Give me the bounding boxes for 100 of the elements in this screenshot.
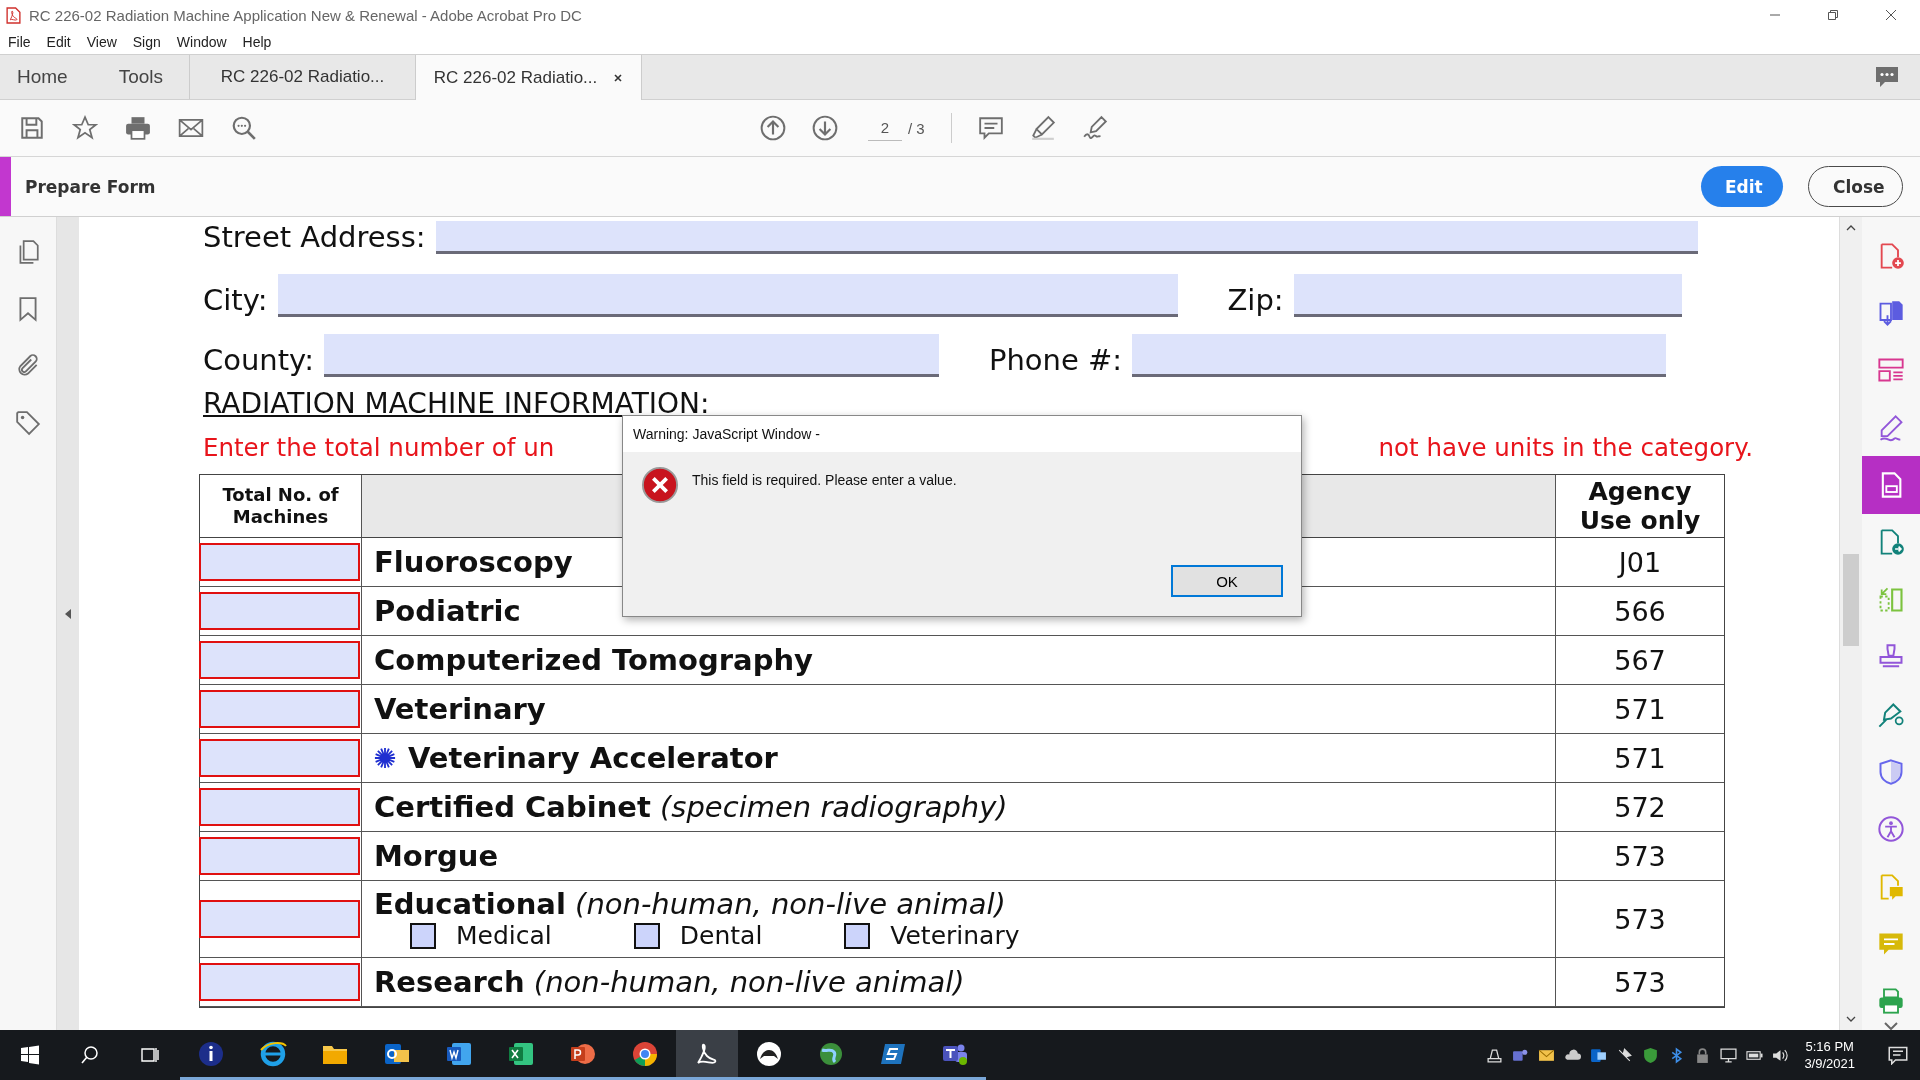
pen-icon bbox=[1877, 413, 1905, 442]
scrollbar[interactable] bbox=[1839, 217, 1862, 1030]
agency-code: 573 bbox=[1614, 840, 1666, 872]
count-field[interactable] bbox=[199, 690, 360, 728]
count-field[interactable] bbox=[199, 543, 360, 581]
agency-code: 573 bbox=[1614, 903, 1666, 935]
dialog-title: Warning: JavaScript Window - bbox=[623, 416, 1301, 452]
agency-code: J01 bbox=[1618, 546, 1662, 578]
menu-item[interactable]: Sign bbox=[126, 34, 167, 50]
count-field[interactable] bbox=[199, 837, 360, 875]
paperclip-icon[interactable] bbox=[15, 353, 41, 379]
close-button[interactable]: Close bbox=[1808, 166, 1903, 207]
count-field[interactable] bbox=[199, 739, 360, 777]
instruction-text: Enter the total number of un bbox=[203, 432, 555, 464]
chevron-down-icon[interactable] bbox=[1884, 1022, 1898, 1030]
count-field[interactable] bbox=[199, 641, 360, 679]
input-field[interactable] bbox=[1293, 274, 1682, 317]
panel-title: Prepare Form bbox=[25, 176, 156, 197]
machine-type: Veterinary Accelerator bbox=[408, 741, 778, 775]
checkbox-label: Dental bbox=[679, 921, 763, 951]
machine-type: Morgue bbox=[374, 839, 499, 873]
input-field[interactable] bbox=[435, 221, 1698, 254]
agency-code: 567 bbox=[1614, 644, 1666, 676]
ok-button[interactable]: OK bbox=[1171, 565, 1283, 597]
input-field[interactable] bbox=[277, 274, 1178, 317]
document-download-icon bbox=[1877, 299, 1905, 328]
checkbox-label: Medical bbox=[456, 921, 552, 951]
pdf-file-icon bbox=[6, 6, 21, 24]
scroll-down-icon[interactable] bbox=[1846, 1016, 1856, 1022]
collapse-arrow-icon[interactable] bbox=[65, 608, 71, 619]
machine-type: Certified Cabinet (specimen radiography) bbox=[374, 790, 1008, 824]
arrow-down-circle-icon[interactable] bbox=[812, 115, 838, 141]
agency-code: 566 bbox=[1614, 595, 1666, 627]
field-label: City: bbox=[203, 283, 268, 317]
input-field[interactable] bbox=[323, 334, 939, 377]
crop-icon bbox=[1877, 585, 1905, 614]
agency-code: 571 bbox=[1614, 693, 1666, 725]
shield-icon[interactable] bbox=[1642, 1046, 1660, 1064]
agency-code: 572 bbox=[1614, 791, 1666, 823]
clock-time[interactable]: 5:16 PM bbox=[1805, 1038, 1854, 1055]
machine-type: Educational (non-human, non-live animal) bbox=[374, 887, 1006, 921]
nav-link[interactable]: Tools bbox=[100, 55, 182, 99]
notification-icon[interactable] bbox=[1888, 1045, 1908, 1065]
save-icon[interactable] bbox=[19, 115, 45, 141]
menu-item[interactable]: Edit bbox=[40, 34, 77, 50]
count-field[interactable] bbox=[199, 963, 360, 1001]
field-label: Phone #: bbox=[988, 343, 1123, 377]
dialog-message: This field is required. Please enter a value. bbox=[692, 472, 957, 488]
star-icon[interactable] bbox=[72, 115, 98, 141]
pen-nib-icon bbox=[1877, 700, 1905, 729]
signature-pen-icon[interactable] bbox=[1081, 115, 1108, 141]
clock-date[interactable]: 3/9/2021 bbox=[1804, 1055, 1855, 1072]
page-count: / 3 bbox=[908, 119, 925, 137]
checkbox[interactable] bbox=[844, 923, 871, 949]
count-field[interactable] bbox=[199, 788, 360, 826]
checkbox[interactable] bbox=[410, 923, 436, 949]
machine-type: Fluoroscopy bbox=[374, 545, 573, 579]
window-title: RC 226-02 Radiation Machine Application New & Renewal - Adobe Acrobat Pro DC bbox=[29, 6, 582, 24]
print-icon[interactable] bbox=[125, 115, 151, 141]
printer-icon bbox=[1877, 987, 1905, 1016]
checkbox-label: Veterinary bbox=[890, 921, 1020, 951]
comment-icon[interactable] bbox=[977, 115, 1004, 141]
field-label: Street Address: bbox=[203, 220, 426, 254]
machine-type: Podiatric bbox=[374, 594, 521, 628]
menu-item[interactable]: View bbox=[80, 34, 123, 50]
input-field[interactable] bbox=[1132, 334, 1667, 377]
shield-icon bbox=[1877, 757, 1905, 786]
menu-item[interactable]: Help bbox=[236, 34, 278, 50]
column-header: Total No. of Machines bbox=[200, 475, 362, 538]
nav-link[interactable]: Home bbox=[0, 55, 101, 99]
menu-item[interactable]: File bbox=[2, 34, 37, 50]
machine-type: Veterinary bbox=[374, 692, 546, 726]
count-field[interactable] bbox=[199, 592, 360, 630]
count-field[interactable] bbox=[199, 900, 360, 938]
edit-button[interactable]: Edit bbox=[1701, 166, 1783, 207]
machine-type: Research (non-human, non-live animal) bbox=[374, 965, 965, 999]
scroll-up-icon[interactable] bbox=[1846, 225, 1856, 231]
accessibility-icon bbox=[1877, 815, 1905, 844]
agency-code: 573 bbox=[1614, 966, 1666, 998]
machine-type: Computerized Tomography bbox=[374, 643, 813, 677]
mail-app-icon[interactable] bbox=[1590, 1046, 1608, 1064]
arrow-up-circle-icon[interactable] bbox=[760, 115, 786, 141]
monitor-icon[interactable] bbox=[1720, 1046, 1738, 1064]
close-icon[interactable] bbox=[613, 72, 624, 83]
error-icon bbox=[641, 466, 679, 504]
scroll-thumb[interactable] bbox=[1843, 554, 1859, 646]
document-tab[interactable]: RC 226-02 Radiatio... bbox=[415, 55, 643, 100]
agency-code: 571 bbox=[1614, 742, 1666, 774]
accent-bar bbox=[0, 157, 11, 216]
menu-item[interactable]: Window bbox=[170, 34, 233, 50]
field-label: Zip: bbox=[1227, 283, 1284, 317]
page-number-field[interactable]: 2 bbox=[868, 115, 902, 141]
highlighter-icon[interactable] bbox=[1029, 115, 1056, 141]
pdf-app-icon[interactable] bbox=[676, 1030, 738, 1080]
field-label: County: bbox=[203, 343, 314, 377]
instruction-text: not have units in the category. bbox=[1378, 432, 1753, 464]
tool-button[interactable] bbox=[1862, 456, 1920, 514]
tag-icon[interactable] bbox=[15, 410, 41, 436]
checkbox[interactable] bbox=[633, 923, 660, 949]
comment-icon[interactable] bbox=[1874, 65, 1900, 89]
